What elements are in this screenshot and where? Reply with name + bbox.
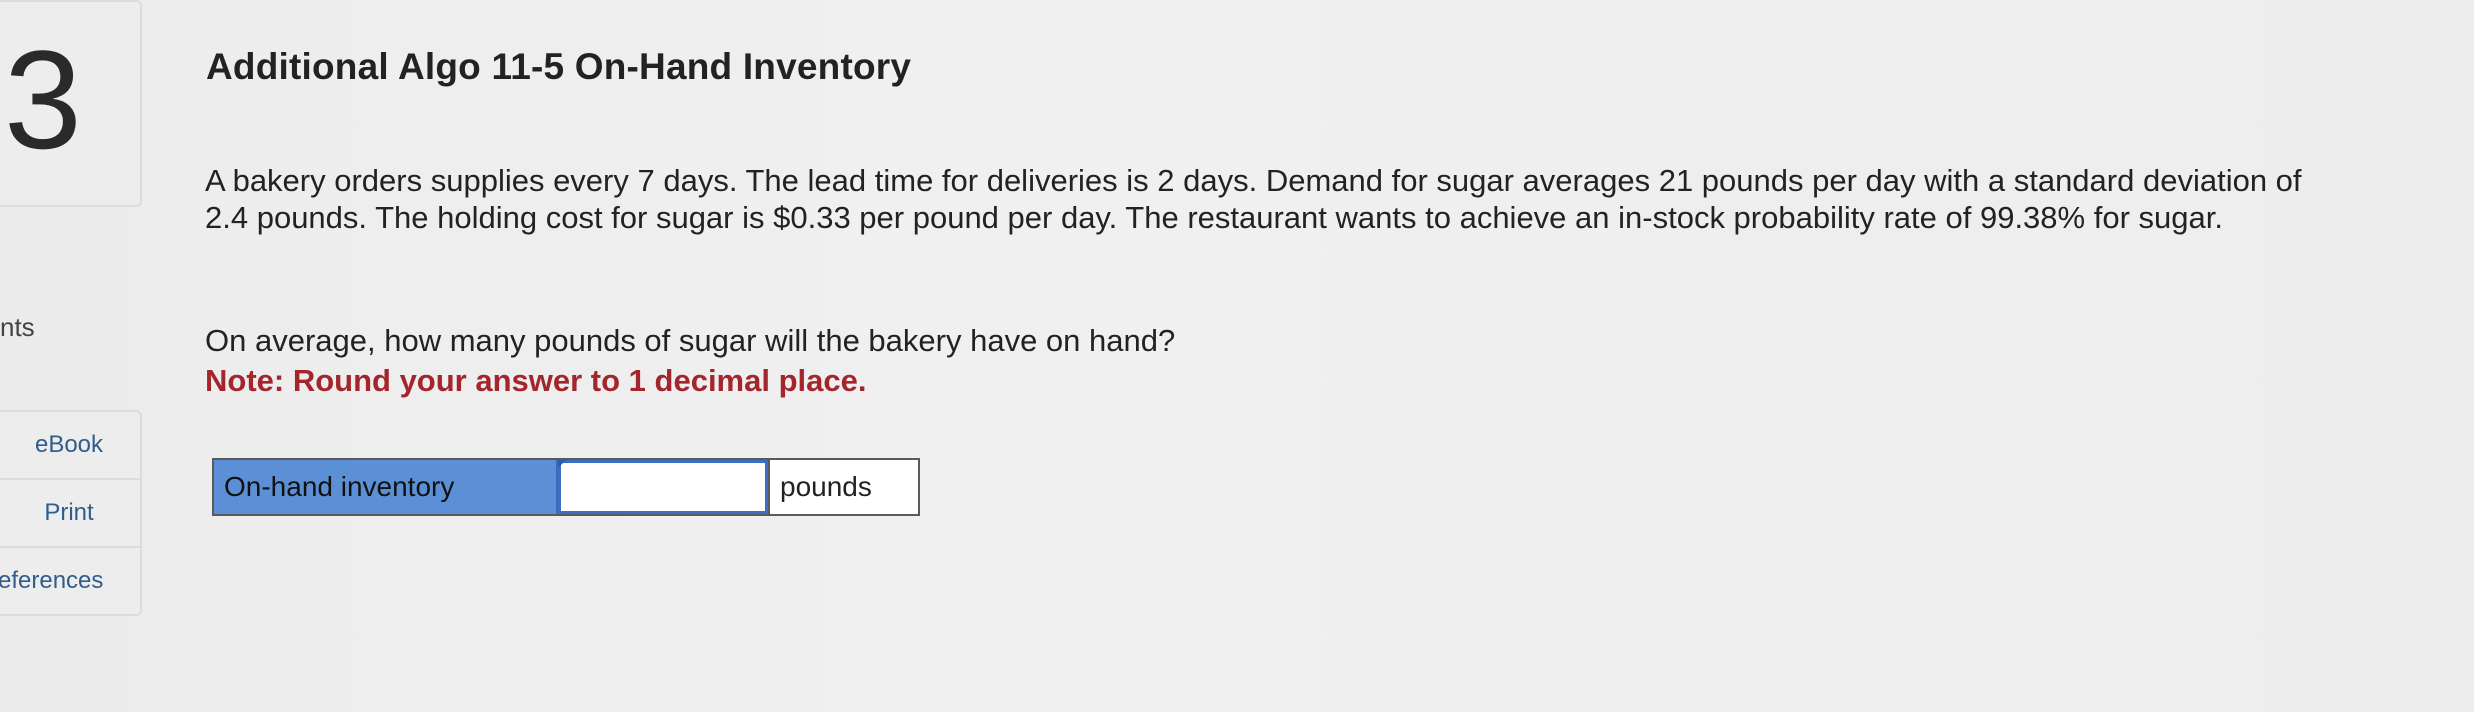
- print-link[interactable]: Print: [0, 480, 140, 548]
- answer-input-wrapper: [558, 460, 768, 514]
- answer-label: On-hand inventory: [214, 460, 558, 514]
- question-page: 3 nts eBook Print eferences Additional A…: [0, 0, 2474, 712]
- on-hand-inventory-input[interactable]: [561, 463, 765, 511]
- rounding-note: Note: Round your answer to 1 decimal pla…: [205, 363, 867, 398]
- question-prompt: A bakery orders supplies every 7 days. T…: [205, 163, 2302, 235]
- points-label: nts: [0, 312, 35, 342]
- side-links-panel: eBook Print eferences: [0, 410, 142, 616]
- ebook-link[interactable]: eBook: [0, 412, 140, 480]
- references-link[interactable]: eferences: [0, 548, 140, 614]
- question-ask: On average, how many pounds of sugar wil…: [205, 323, 1176, 358]
- question-number: 3: [4, 21, 82, 178]
- answer-unit: pounds: [768, 460, 918, 514]
- answer-row: On-hand inventory pounds: [212, 458, 920, 516]
- input-corner-marker-icon: [558, 460, 566, 468]
- question-title: Additional Algo 11-5 On-Hand Inventory: [206, 46, 912, 87]
- question-number-box: 3: [0, 0, 142, 207]
